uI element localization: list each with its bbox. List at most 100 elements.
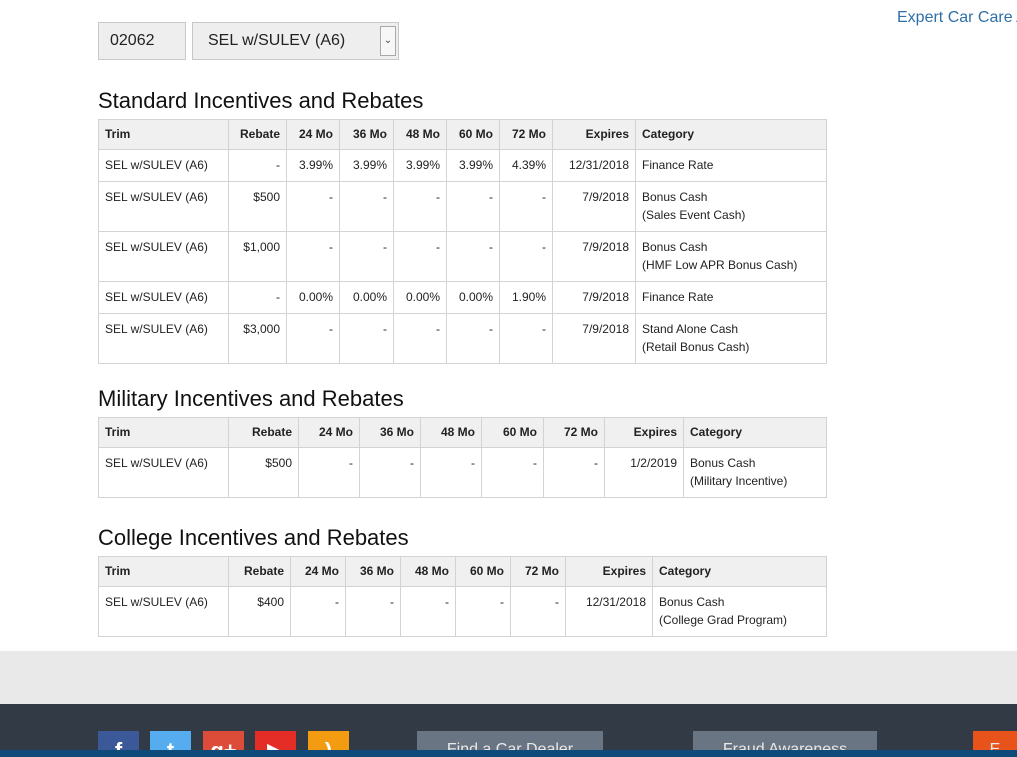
column-header: 24 Mo bbox=[286, 119, 340, 150]
category-name: Bonus Cash bbox=[659, 595, 725, 609]
m72-cell: - bbox=[499, 313, 553, 364]
table-row: SEL w/SULEV (A6) $500- - - - -1/2/2019 Bonus C… bbox=[98, 447, 827, 498]
category-name: Finance Rate bbox=[642, 158, 714, 172]
column-header: Expires bbox=[604, 417, 684, 448]
m48-cell: - bbox=[420, 447, 482, 498]
m48-cell: - bbox=[400, 586, 456, 637]
column-header: Category bbox=[652, 556, 827, 587]
zip-code-input[interactable]: 02062 bbox=[98, 22, 186, 60]
category-detail: (Military Incentive) bbox=[690, 474, 788, 488]
table-header-row: Trim Rebate 24 Mo 36 Mo 48 Mo 60 Mo 72 Mo Expir… bbox=[98, 417, 827, 448]
college-section-title: College Incentives and Rebates bbox=[98, 525, 409, 550]
youtube-icon[interactable]: ▶ bbox=[255, 731, 296, 750]
category-detail: (College Grad Program) bbox=[659, 613, 788, 627]
twitter-icon[interactable]: t bbox=[150, 731, 191, 750]
expert-car-care-link[interactable]: Expert Car Care A bbox=[897, 9, 1017, 27]
standard-section-title: Standard Incentives and Rebates bbox=[98, 88, 424, 113]
m60-cell: 0.00% bbox=[446, 281, 500, 314]
m72-cell: - bbox=[499, 181, 553, 232]
column-header: Trim bbox=[98, 556, 229, 587]
trim-cell: SEL w/SULEV (A6) bbox=[98, 181, 229, 232]
m36-cell: 3.99% bbox=[339, 149, 394, 182]
m24-cell: - bbox=[286, 231, 340, 282]
footer-extra-button[interactable]: E bbox=[973, 731, 1017, 750]
trim-cell: SEL w/SULEV (A6) bbox=[98, 231, 229, 282]
column-header: 60 Mo bbox=[481, 417, 544, 448]
category-cell: Stand Alone Cash (Retail Bonus Cash) bbox=[635, 313, 827, 364]
trim-select-value: SEL w/SULEV (A6) bbox=[208, 32, 346, 49]
column-header: Category bbox=[635, 119, 827, 150]
category-detail: (Retail Bonus Cash) bbox=[642, 340, 750, 354]
trim-cell: SEL w/SULEV (A6) bbox=[98, 447, 229, 498]
m60-cell: - bbox=[446, 231, 500, 282]
expires-cell: 7/9/2018 bbox=[552, 181, 636, 232]
find-dealer-button[interactable]: Find a Car Dealer bbox=[417, 731, 603, 750]
column-header: 72 Mo bbox=[543, 417, 605, 448]
table-row: SEL w/SULEV (A6) $3,000- - - - -7/9/2018 Stand… bbox=[98, 313, 827, 364]
rebate-cell: $400 bbox=[228, 586, 291, 637]
table-row: SEL w/SULEV (A6) $1,000- - - - -7/9/2018 Bonus… bbox=[98, 231, 827, 282]
column-header: 72 Mo bbox=[510, 556, 566, 587]
trim-cell: SEL w/SULEV (A6) bbox=[98, 149, 229, 182]
rss-icon[interactable]: ) bbox=[308, 731, 349, 750]
expires-cell: 7/9/2018 bbox=[552, 313, 636, 364]
m36-cell: 0.00% bbox=[339, 281, 394, 314]
trim-select[interactable]: SEL w/SULEV (A6) ⌄ bbox=[192, 22, 399, 60]
m60-cell: 3.99% bbox=[446, 149, 500, 182]
category-cell: Finance Rate bbox=[635, 149, 827, 182]
standard-incentives-table: Trim Rebate 24 Mo 36 Mo 48 Mo 60 Mo 72 Mo Expir… bbox=[98, 119, 827, 364]
m72-cell: - bbox=[543, 447, 605, 498]
m48-cell: 0.00% bbox=[393, 281, 447, 314]
military-section-title: Military Incentives and Rebates bbox=[98, 386, 404, 411]
military-incentives-table: Trim Rebate 24 Mo 36 Mo 48 Mo 60 Mo 72 Mo Expir… bbox=[98, 417, 827, 498]
column-header: 48 Mo bbox=[400, 556, 456, 587]
m60-cell: - bbox=[446, 313, 500, 364]
column-header: Trim bbox=[98, 119, 229, 150]
expires-cell: 12/31/2018 bbox=[552, 149, 636, 182]
fraud-awareness-button[interactable]: Fraud Awareness bbox=[693, 731, 877, 750]
column-header: Trim bbox=[98, 417, 229, 448]
chevron-down-icon[interactable]: ⌄ bbox=[380, 26, 396, 56]
m72-cell: - bbox=[499, 231, 553, 282]
column-header: 60 Mo bbox=[446, 119, 500, 150]
google-plus-icon[interactable]: g+ bbox=[203, 731, 244, 750]
column-header: 36 Mo bbox=[359, 417, 421, 448]
table-row: SEL w/SULEV (A6) -0.00% 0.00% 0.00% 0.00% 1.9… bbox=[98, 281, 827, 314]
expires-cell: 12/31/2018 bbox=[565, 586, 653, 637]
table-row: SEL w/SULEV (A6) $400- - - - -12/31/2018 Bonus… bbox=[98, 586, 827, 637]
facebook-icon[interactable]: f bbox=[98, 731, 139, 750]
column-header: 24 Mo bbox=[290, 556, 346, 587]
category-name: Bonus Cash bbox=[690, 456, 756, 470]
category-name: Bonus Cash bbox=[642, 240, 708, 254]
table-row: SEL w/SULEV (A6) $500- - - - -7/9/2018 Bonus C… bbox=[98, 181, 827, 232]
table-header-row: Trim Rebate 24 Mo 36 Mo 48 Mo 60 Mo 72 Mo Expir… bbox=[98, 556, 827, 587]
m36-cell: - bbox=[339, 231, 394, 282]
m72-cell: 4.39% bbox=[499, 149, 553, 182]
m60-cell: - bbox=[481, 447, 544, 498]
m72-cell: - bbox=[510, 586, 566, 637]
trim-cell: SEL w/SULEV (A6) bbox=[98, 281, 229, 314]
column-header: Expires bbox=[552, 119, 636, 150]
m36-cell: - bbox=[339, 181, 394, 232]
rebate-cell: - bbox=[228, 281, 287, 314]
column-header: 48 Mo bbox=[420, 417, 482, 448]
column-header: Rebate bbox=[228, 417, 299, 448]
category-name: Bonus Cash bbox=[642, 190, 708, 204]
category-cell: Bonus Cash (HMF Low APR Bonus Cash) bbox=[635, 231, 827, 282]
m24-cell: - bbox=[290, 586, 346, 637]
category-detail: (HMF Low APR Bonus Cash) bbox=[642, 258, 798, 272]
column-header: 48 Mo bbox=[393, 119, 447, 150]
m24-cell: 3.99% bbox=[286, 149, 340, 182]
expires-cell: 7/9/2018 bbox=[552, 231, 636, 282]
table-header-row: Trim Rebate 24 Mo 36 Mo 48 Mo 60 Mo 72 Mo Expir… bbox=[98, 119, 827, 150]
m60-cell: - bbox=[455, 586, 511, 637]
m48-cell: - bbox=[393, 231, 447, 282]
footer-bottom-bar bbox=[0, 750, 1017, 757]
category-cell: Bonus Cash (College Grad Program) bbox=[652, 586, 827, 637]
rebate-cell: $500 bbox=[228, 447, 299, 498]
category-detail: (Sales Event Cash) bbox=[642, 208, 746, 222]
category-cell: Bonus Cash (Sales Event Cash) bbox=[635, 181, 827, 232]
m36-cell: - bbox=[345, 586, 401, 637]
footer-gray-band bbox=[0, 651, 1017, 704]
column-header: 36 Mo bbox=[345, 556, 401, 587]
